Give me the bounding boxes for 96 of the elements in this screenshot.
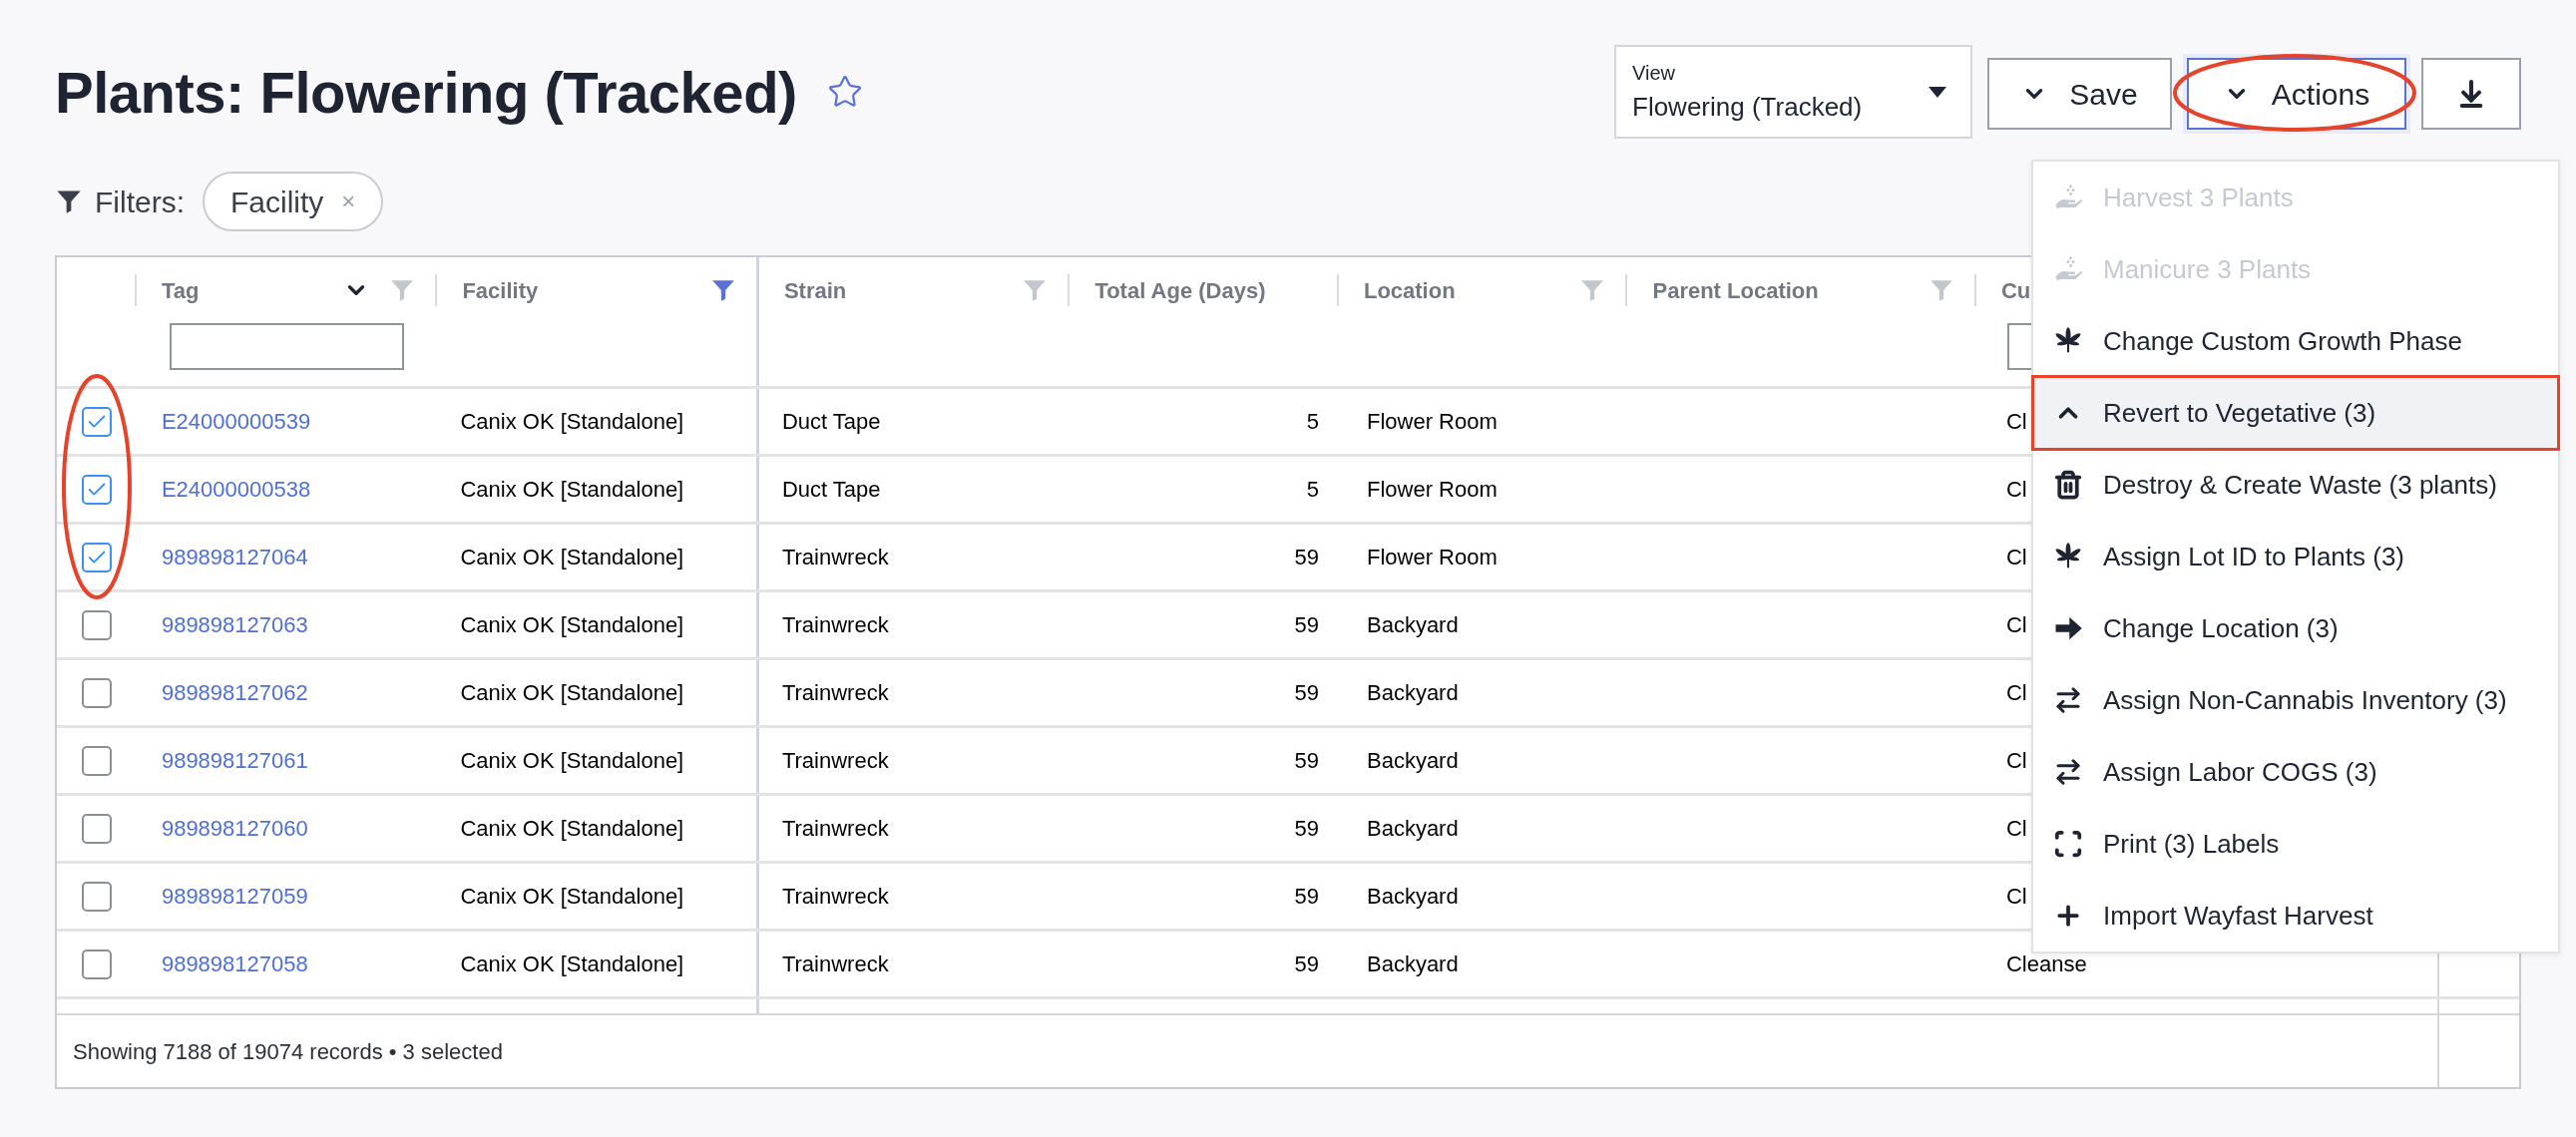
filter-icon[interactable]	[709, 277, 736, 303]
column-header[interactable]: Parent Location	[1652, 273, 1819, 307]
column-header[interactable]: Strain	[783, 273, 847, 307]
table-cell-text: 5	[1306, 408, 1319, 436]
tag-link[interactable]: 989898127060	[161, 812, 308, 845]
filter-chip[interactable]: Facility ×	[203, 172, 384, 231]
table-cell-text: Cl	[2005, 815, 2027, 843]
table-cell-text: 59	[1294, 747, 1319, 775]
table-cell-text: Canix OK [Standalone]	[460, 747, 684, 775]
table-cell-text: Canix OK [Standalone]	[460, 679, 684, 707]
table-cell-text: Trainwreck	[781, 611, 889, 639]
table-cell-text: Flower Room	[1366, 544, 1498, 571]
table-cell-text: 59	[1294, 679, 1319, 707]
menu-item[interactable]: Import Wayfast Harvest	[2033, 880, 2558, 951]
row-checkbox[interactable]	[82, 542, 112, 572]
table-cell-text: Trainwreck	[781, 679, 889, 707]
tag-link[interactable]: 989898127064	[161, 541, 308, 573]
chip-remove[interactable]: ×	[341, 184, 356, 219]
column-header[interactable]: Tag	[161, 273, 200, 307]
view-select[interactable]: View Flowering (Tracked)	[1614, 45, 1972, 139]
table-cell-text: Cl	[2005, 476, 2027, 504]
table-cell-text: 59	[1294, 544, 1319, 571]
table-cell-text: 59	[1294, 883, 1319, 911]
table-cell-text: Trainwreck	[781, 815, 889, 843]
table-cell-text: Canix OK [Standalone]	[460, 950, 684, 978]
row-checkbox[interactable]	[82, 609, 112, 640]
table-cell-text: Backyard	[1366, 815, 1459, 843]
table-cell-text: Duct Tape	[781, 408, 881, 436]
menu-item[interactable]: Change Location (3)	[2033, 592, 2558, 664]
table-cell-text: Canix OK [Standalone]	[460, 408, 684, 436]
tag-link[interactable]: 989898127058	[161, 948, 308, 980]
table-cell-text: Trainwreck	[781, 883, 889, 911]
menu-item[interactable]: Assign Labor COGS (3)	[2033, 736, 2558, 808]
column-header[interactable]: Facility	[462, 273, 539, 307]
menu-item[interactable]: Assign Lot ID to Plants (3)	[2033, 521, 2558, 592]
row-checkbox[interactable]	[82, 406, 112, 437]
table-cell-text: Cl	[2005, 544, 2027, 571]
row-checkbox[interactable]	[82, 474, 112, 505]
table-cell-text: Cl	[2005, 611, 2027, 639]
table-cell-text: Backyard	[1366, 747, 1459, 775]
caret-icon	[1929, 86, 1946, 98]
row-checkbox[interactable]	[82, 677, 112, 708]
tag-link[interactable]: 989898127062	[161, 676, 308, 709]
table-cell-text: Canix OK [Standalone]	[460, 611, 684, 639]
table-cell-text: Flower Room	[1366, 476, 1498, 504]
table-cell-text: 59	[1294, 611, 1319, 639]
column-header[interactable]: Total Age (Days)	[1094, 273, 1266, 307]
column-header[interactable]: Location	[1363, 273, 1456, 307]
table-cell-text: Canix OK [Standalone]	[460, 883, 684, 911]
menu-item[interactable]: Revert to Vegetative (3)	[2033, 377, 2558, 449]
menu-item[interactable]: Assign Non-Cannabis Inventory (3)	[2033, 664, 2558, 736]
table-cell-text: Cl	[2005, 408, 2027, 436]
download-button[interactable]	[2421, 58, 2521, 130]
tag-link[interactable]: 989898127061	[161, 744, 308, 777]
menu-item[interactable]: Destroy & Create Waste (3 plants)	[2033, 449, 2558, 521]
table-cell-text: Canix OK [Standalone]	[460, 544, 684, 571]
table-cell-text: Canix OK [Standalone]	[460, 476, 684, 504]
row-checkbox[interactable]	[82, 881, 112, 912]
view-label: View	[1632, 60, 1676, 86]
trash-icon	[2053, 470, 2083, 500]
table-cell-text: 59	[1294, 815, 1319, 843]
column-filter-field[interactable]	[169, 323, 404, 370]
tag-link[interactable]: E24000000538	[161, 473, 311, 506]
row-checkbox[interactable]	[82, 948, 112, 979]
menu-item[interactable]: Print (3) Labels	[2033, 808, 2558, 880]
table-cell-text: Cl	[2005, 883, 2027, 911]
tag-link[interactable]: 989898127059	[161, 880, 308, 913]
table-cell-text: Cl	[2005, 679, 2027, 707]
filters-label: Filters:	[95, 184, 185, 220]
table-cell-text: 5	[1306, 476, 1319, 504]
table-cell-text: Backyard	[1366, 611, 1459, 639]
view-value: Flowering (Tracked)	[1632, 90, 1864, 124]
table-cell-text: Cleanse	[2005, 950, 2087, 978]
tag-link[interactable]: 989898127063	[161, 608, 308, 641]
chip-label: Facility	[230, 184, 324, 220]
table-cell-text: Trainwreck	[781, 747, 889, 775]
records-summary: Showing 7188 of 19074 records • 3 selected	[73, 1037, 503, 1066]
table-cell-text: Cl	[2005, 747, 2027, 775]
table-cell-text: Duct Tape	[781, 476, 881, 504]
table-cell-text: Trainwreck	[781, 544, 889, 571]
table-cell-text: 59	[1294, 950, 1319, 978]
tag-link[interactable]: E24000000539	[161, 405, 311, 438]
row-checkbox[interactable]	[82, 745, 112, 776]
table-cell-text: Backyard	[1366, 883, 1459, 911]
table-cell-text: Flower Room	[1366, 408, 1498, 436]
scan-corners-icon	[2053, 829, 2083, 859]
page-title: Plants: Flowering (Tracked)	[55, 58, 797, 127]
favorite-star-icon[interactable]	[826, 74, 863, 110]
table-cell-text: Trainwreck	[781, 950, 889, 978]
dropdown-button[interactable]: Save	[1987, 58, 2172, 130]
menu-item[interactable]: Change Custom Growth Phase	[2033, 305, 2558, 377]
row-checkbox[interactable]	[82, 813, 112, 844]
table-cell-text: Canix OK [Standalone]	[460, 815, 684, 843]
table-cell-text: Backyard	[1366, 679, 1459, 707]
column-header[interactable]: Cu	[2000, 273, 2031, 307]
table-cell-text: Backyard	[1366, 950, 1459, 978]
